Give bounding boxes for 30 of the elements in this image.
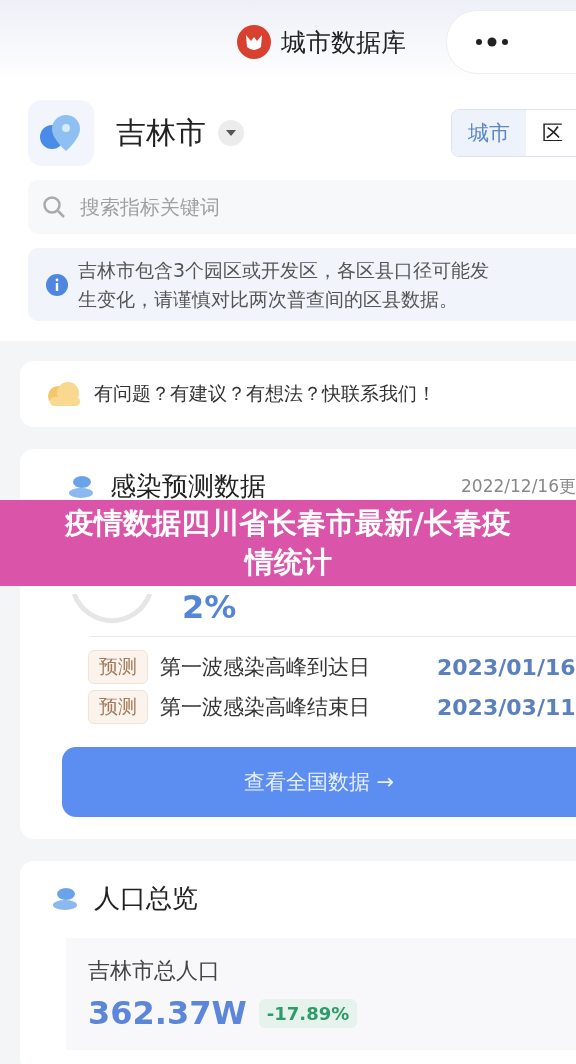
search-icon [42, 195, 66, 219]
forecast-tag: 预测 [88, 690, 148, 724]
search-field[interactable]: 搜索指标关键词 [28, 180, 576, 234]
card-title: 人口总览 [94, 882, 198, 915]
forecast-label: 第一波感染高峰到达日 [160, 654, 370, 681]
info-icon [46, 273, 68, 296]
forecast-label: 第一波感染高峰结束日 [160, 694, 370, 721]
forecast-date: 2023/01/16 [437, 654, 576, 680]
cloud-icon [46, 381, 82, 407]
update-date: 2022/12/16更 [461, 475, 576, 498]
people-icon [68, 473, 96, 500]
notice-text: 生变化，请谨慎对比两次普查间的区县数据。 [78, 286, 459, 312]
progress-value: 2% [182, 588, 237, 626]
people-icon [52, 885, 80, 912]
app-logo-icon [237, 25, 271, 59]
dropdown-caret-icon[interactable] [218, 120, 244, 146]
banner-title: 疫情数据四川省长春市最新/长春疫情统计 [63, 504, 512, 581]
change-badge: -17.89% [258, 998, 358, 1028]
city-name[interactable]: 吉林市 [116, 112, 206, 154]
population-value: 362.37W [88, 994, 247, 1032]
notice-text: 吉林市包含3个园区或开发区，各区县口径可能发 [78, 258, 490, 283]
forecast-date: 2023/03/11 [437, 694, 576, 720]
location-pin-icon [28, 100, 94, 166]
more-icon[interactable] [475, 37, 509, 47]
card-title: 感染预测数据 [110, 470, 266, 503]
population-label: 吉林市总人口 [88, 957, 221, 985]
forecast-tag: 预测 [88, 650, 148, 684]
feedback-bar[interactable]: 有问题？有建议？有想法？快联系我们！ [20, 361, 576, 427]
app-title: 城市数据库 [281, 26, 406, 59]
feedback-text: 有问题？有建议？有想法？快联系我们！ [94, 381, 436, 406]
